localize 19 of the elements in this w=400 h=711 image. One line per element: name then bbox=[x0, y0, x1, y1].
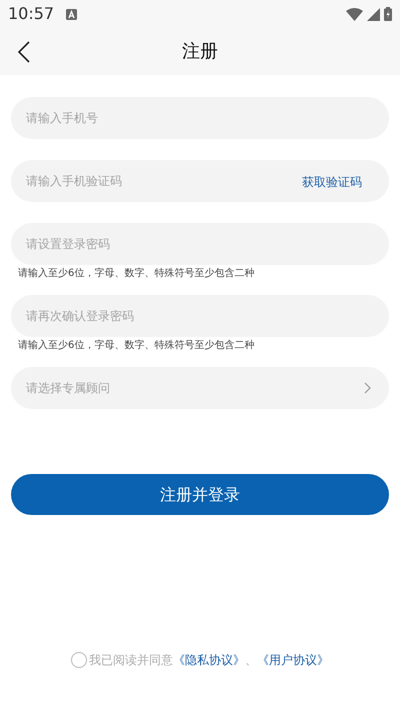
notification-icon bbox=[66, 8, 78, 20]
chevron-right-icon bbox=[364, 382, 371, 394]
get-code-button[interactable]: 获取验证码 bbox=[302, 173, 362, 191]
battery-icon bbox=[384, 7, 392, 21]
input-field[interactable]: 请输入手机号 bbox=[11, 97, 389, 139]
input-field[interactable]: 请再次确认登录密码 bbox=[11, 295, 389, 337]
status-time: 10:57 bbox=[8, 3, 54, 25]
agreement-link[interactable]: 《用户协议》 bbox=[257, 653, 329, 667]
register-login-button[interactable]: 注册并登录 bbox=[11, 474, 389, 515]
page-title: 注册 bbox=[182, 40, 218, 64]
password-hint: 请输入至少6位，字母、数字、特殊符号至少包含二种 bbox=[17, 267, 256, 281]
back-icon bbox=[18, 41, 30, 63]
wifi-icon bbox=[346, 8, 363, 20]
agreement-link[interactable]: 《隐私协议》 bbox=[173, 653, 245, 667]
input-field[interactable]: 请设置登录密码 bbox=[11, 223, 389, 265]
agreement-text: 我已阅读并同意《隐私协议》、《用户协议》 bbox=[89, 652, 329, 669]
password-hint: 请输入至少6位，字母、数字、特殊符号至少包含二种 bbox=[17, 339, 256, 353]
agree-checkbox[interactable] bbox=[71, 652, 87, 668]
signal-icon bbox=[367, 8, 380, 20]
